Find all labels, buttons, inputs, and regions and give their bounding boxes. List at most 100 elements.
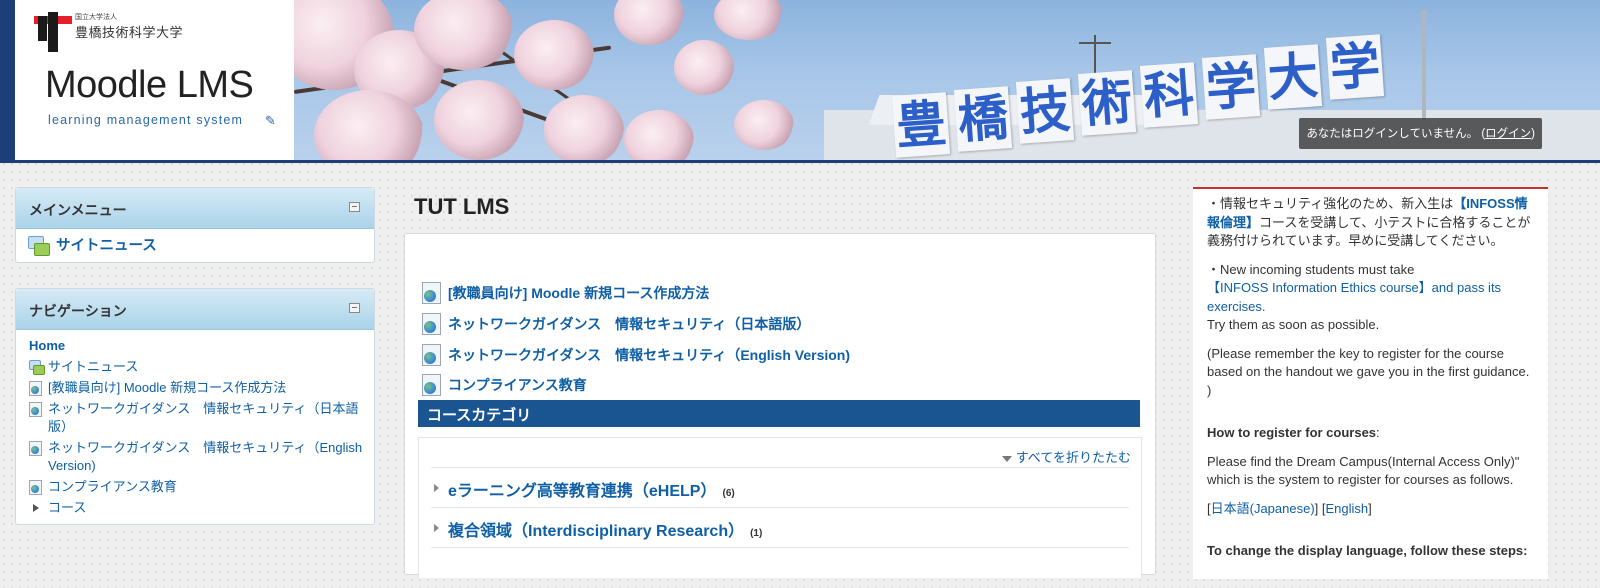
lms-subtitle: learning management system — [48, 113, 244, 127]
main-menu-block: メインメニュー サイトニュース — [15, 187, 375, 263]
blossom-shape — [434, 80, 524, 160]
english-link[interactable]: English — [1326, 501, 1369, 516]
nav-item-label: コース — [48, 500, 87, 515]
site-news-link[interactable]: サイトニュース — [28, 234, 157, 257]
infoss-en-link[interactable]: 【INFOSS Information Ethics course】and pa… — [1207, 280, 1501, 314]
bracket-text: ] — [1368, 500, 1372, 516]
category-row-ehelp[interactable]: eラーニング高等教育連携（eHELP） (6) — [431, 467, 1129, 508]
page-icon — [422, 343, 441, 366]
login-info: あなたはログインしていません。 (ログイン) — [1299, 118, 1542, 149]
forum-icon — [28, 236, 50, 257]
category-label: eラーニング高等教育連携（eHELP） — [448, 483, 717, 500]
university-type-label: 国立大学法人 — [75, 14, 117, 21]
nav-item-label: ネットワークガイダンス 情報セキュリティ（English Version) — [48, 440, 363, 473]
blossom-shape — [624, 110, 694, 160]
university-name: 豊橋技術科学大学 — [75, 26, 184, 41]
page-icon — [29, 402, 42, 417]
lms-title: Moodle LMS — [45, 64, 254, 106]
login-link[interactable]: ログイン — [1485, 128, 1531, 140]
course-categories-title: コースカテゴリ — [427, 407, 532, 424]
site-logo[interactable]: 国立大学法人 豊橋技術科学大学 Moodle LMS learning mana… — [15, 0, 294, 160]
expand-arrow-icon[interactable] — [434, 484, 439, 492]
register-heading: How to register for courses — [1207, 425, 1377, 440]
course-link-network-ja[interactable]: ネットワークガイダンス 情報セキュリティ（日本語版） — [422, 312, 811, 335]
category-row-divider — [431, 547, 1129, 588]
blossom-shape — [514, 20, 594, 90]
nav-item-site-news[interactable]: サイトニュース — [29, 358, 364, 376]
nav-item-moodle-course-howto[interactable]: [教職員向け] Moodle 新規コース作成方法 — [29, 379, 364, 397]
university-logo-icon — [34, 12, 72, 52]
sign-char: 豊 — [891, 92, 951, 158]
info-paragraph-key: (Please remember the key to register for… — [1207, 345, 1530, 398]
sign-char: 科 — [1139, 62, 1199, 128]
collapse-all-link[interactable]: すべてを折りたたむ — [1001, 447, 1131, 466]
sign-char: 学 — [1201, 54, 1261, 120]
blossom-shape — [714, 0, 784, 40]
main-menu-block-header: メインメニュー — [16, 188, 374, 229]
sign-char: 橋 — [953, 86, 1013, 152]
main-menu-title: メインメニュー — [29, 202, 127, 218]
page-title: TUT LMS — [414, 194, 510, 219]
page-icon — [29, 381, 42, 396]
nav-item-label: [教職員向け] Moodle 新規コース作成方法 — [48, 380, 287, 395]
nav-item-label: ネットワークガイダンス 情報セキュリティ（日本語版） — [48, 401, 359, 434]
antenna-bar-shape — [1079, 42, 1111, 44]
category-row-interdisciplinary[interactable]: 複合領域（Interdisciplinary Research） (1) — [431, 507, 1129, 548]
page-header: 国立大学法人 豊橋技術科学大学 Moodle LMS learning mana… — [0, 0, 1600, 163]
register-heading-paragraph: How to register for courses: — [1207, 424, 1537, 443]
header-inner: 国立大学法人 豊橋技術科学大学 Moodle LMS learning mana… — [0, 0, 1600, 160]
nav-item-network-guidance-ja[interactable]: ネットワークガイダンス 情報セキュリティ（日本語版） — [29, 400, 364, 436]
category-count: (6) — [722, 488, 735, 499]
navigation-tree: Home サイトニュース [教職員向け] Moodle 新規コース作成方法 ネッ… — [29, 337, 364, 520]
forum-icon — [29, 360, 45, 375]
info-block-content: ・情報セキュリティ強化のため、新入生は【INFOSS情報倫理】コースを受講して、… — [1207, 195, 1537, 571]
info-text: Try them as soon as possible. — [1207, 317, 1380, 332]
navigation-title: ナビゲーション — [29, 303, 127, 319]
category-count: (1) — [750, 528, 763, 539]
category-name[interactable]: 複合領域（Interdisciplinary Research） (1) — [448, 517, 762, 541]
pole-shape — [1422, 10, 1426, 120]
collapse-all-label: すべてを折りたたむ — [1015, 450, 1131, 465]
sign-char: 技 — [1015, 78, 1075, 144]
expand-arrow-icon — [33, 504, 39, 512]
info-paragraph-en: ・New incoming students must take 【INFOSS… — [1207, 261, 1537, 335]
nav-item-courses[interactable]: コース — [29, 499, 364, 517]
course-link-label: ネットワークガイダンス 情報セキュリティ（English Version) — [448, 347, 851, 363]
info-text: ・New incoming students must take — [1207, 261, 1415, 277]
nav-item-compliance[interactable]: コンプライアンス教育 — [29, 478, 364, 496]
course-link-label: ネットワークガイダンス 情報セキュリティ（日本語版） — [448, 316, 811, 332]
category-label: 複合領域（Interdisciplinary Research） — [448, 523, 745, 540]
sign-char: 学 — [1325, 34, 1385, 100]
sign-char: 大 — [1263, 44, 1323, 110]
expand-arrow-icon[interactable] — [434, 524, 439, 532]
hide-block-icon[interactable] — [349, 202, 360, 212]
login-status-close: ) — [1531, 128, 1535, 140]
course-categories-header: コースカテゴリ — [418, 400, 1140, 427]
page-icon — [29, 480, 42, 495]
navigation-block: ナビゲーション Home サイトニュース [教職員向け] Moodle 新規コー… — [15, 288, 375, 525]
category-name[interactable]: eラーニング高等教育連携（eHELP） (6) — [448, 477, 735, 501]
nav-item-label: サイトニュース — [48, 359, 139, 374]
info-paragraph-ja: ・情報セキュリティ強化のため、新入生は【INFOSS情報倫理】コースを受講して、… — [1207, 195, 1537, 251]
course-categories-panel: すべてを折りたたむ eラーニング高等教育連携（eHELP） (6) 複合領域（In… — [418, 437, 1142, 578]
course-link-moodle-howto[interactable]: [教職員向け] Moodle 新規コース作成方法 — [422, 281, 710, 304]
chevron-down-icon — [1001, 455, 1012, 462]
course-link-compliance[interactable]: コンプライアンス教育 — [422, 373, 587, 396]
blossom-shape — [674, 40, 734, 95]
blossom-shape — [614, 0, 684, 45]
sign-char: 術 — [1077, 70, 1137, 136]
page-icon — [29, 441, 42, 456]
hide-block-icon[interactable] — [349, 303, 360, 313]
nav-home-link[interactable]: Home — [29, 337, 364, 355]
register-paragraph: Please find the Dream Campus(Internal Ac… — [1207, 453, 1520, 488]
course-link-network-en[interactable]: ネットワークガイダンス 情報セキュリティ（English Version) — [422, 343, 851, 366]
japanese-link[interactable]: 日本語(Japanese) — [1211, 501, 1315, 516]
main-content: [教職員向け] Moodle 新規コース作成方法 ネットワークガイダンス 情報セ… — [404, 233, 1156, 578]
nav-item-network-guidance-en[interactable]: ネットワークガイダンス 情報セキュリティ（English Version) — [29, 439, 364, 475]
blossom-shape — [734, 100, 794, 150]
info-block: ・情報セキュリティ強化のため、新入生は【INFOSS情報倫理】コースを受講して、… — [1193, 187, 1548, 579]
pencil-icon: ✎ — [265, 113, 276, 128]
bracket-text: ] [ — [1314, 500, 1326, 516]
course-link-label: [教職員向け] Moodle 新規コース作成方法 — [448, 285, 710, 301]
